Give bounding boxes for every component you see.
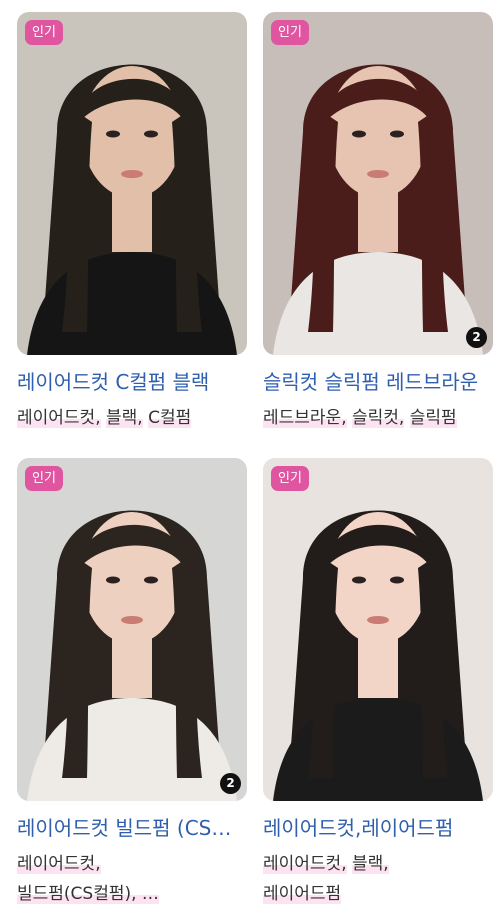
tag-link[interactable]: 빌드펌(CS컬펌), … <box>17 884 159 904</box>
tag-link[interactable]: 슬릭펌 <box>409 408 457 428</box>
style-card[interactable]: 인기 레이어드컷 C컬펌 블랙 레이어드컷, 블랙, C컬펌 <box>17 12 247 433</box>
tag-link[interactable]: 레드브라운, <box>263 408 347 428</box>
tag-link[interactable]: 블랙, <box>352 854 389 874</box>
style-card[interactable]: 인기 레이어드컷,레이어드펌 레이어드컷, 블랙, 레이어드펌 <box>263 458 493 909</box>
tag-link[interactable]: 레이어드컷, <box>263 854 347 874</box>
photo-count-badge: 2 <box>220 773 241 794</box>
style-title-link[interactable]: 슬릭컷 슬릭펌 레드브라운 <box>263 368 495 396</box>
style-photo[interactable]: 인기 <box>17 12 247 355</box>
tag-link[interactable]: 레이어드컷, <box>17 854 101 874</box>
style-tags: 레이어드컷, 블랙, C컬펌 <box>17 403 249 433</box>
hairstyle-portrait-image <box>263 458 493 801</box>
tag-link[interactable]: 레이어드펌 <box>263 884 342 904</box>
popular-badge: 인기 <box>271 20 309 45</box>
tag-link[interactable]: C컬펌 <box>148 408 192 428</box>
hairstyle-portrait-image <box>17 458 247 801</box>
popular-badge: 인기 <box>25 20 63 45</box>
style-photo[interactable]: 인기 2 <box>263 12 493 355</box>
tag-link[interactable]: 슬릭컷, <box>352 408 405 428</box>
popular-badge: 인기 <box>25 466 63 491</box>
hairstyle-portrait-image <box>263 12 493 355</box>
style-tags: 레이어드컷, 블랙, 레이어드펌 <box>263 849 495 909</box>
style-photo[interactable]: 인기 2 <box>17 458 247 801</box>
style-title-link[interactable]: 레이어드컷,레이어드펌 <box>263 814 495 842</box>
style-title-link[interactable]: 레이어드컷 C컬펌 블랙 <box>17 368 249 396</box>
tag-link[interactable]: 레이어드컷, <box>17 408 101 428</box>
style-card[interactable]: 인기 2 레이어드컷 빌드펌 (CS컬펌) 레이어드컷, 빌드펌(CS컬펌), … <box>17 458 249 909</box>
photo-count-badge: 2 <box>466 327 487 348</box>
style-card[interactable]: 인기 2 슬릭컷 슬릭펌 레드브라운 레드브라운, 슬릭컷, 슬릭펌 <box>263 12 493 433</box>
style-photo[interactable]: 인기 <box>263 458 493 801</box>
hairstyle-portrait-image <box>17 12 247 355</box>
style-title-link[interactable]: 레이어드컷 빌드펌 (CS컬펌) <box>17 814 249 842</box>
style-tags: 레이어드컷, 빌드펌(CS컬펌), … <box>17 849 249 909</box>
style-gallery-grid: 인기 레이어드컷 C컬펌 블랙 레이어드컷, 블랙, C컬펌 인기 2 슬릭컷 … <box>0 0 500 915</box>
popular-badge: 인기 <box>271 466 309 491</box>
tag-link[interactable]: 블랙, <box>106 408 143 428</box>
style-tags: 레드브라운, 슬릭컷, 슬릭펌 <box>263 403 495 433</box>
